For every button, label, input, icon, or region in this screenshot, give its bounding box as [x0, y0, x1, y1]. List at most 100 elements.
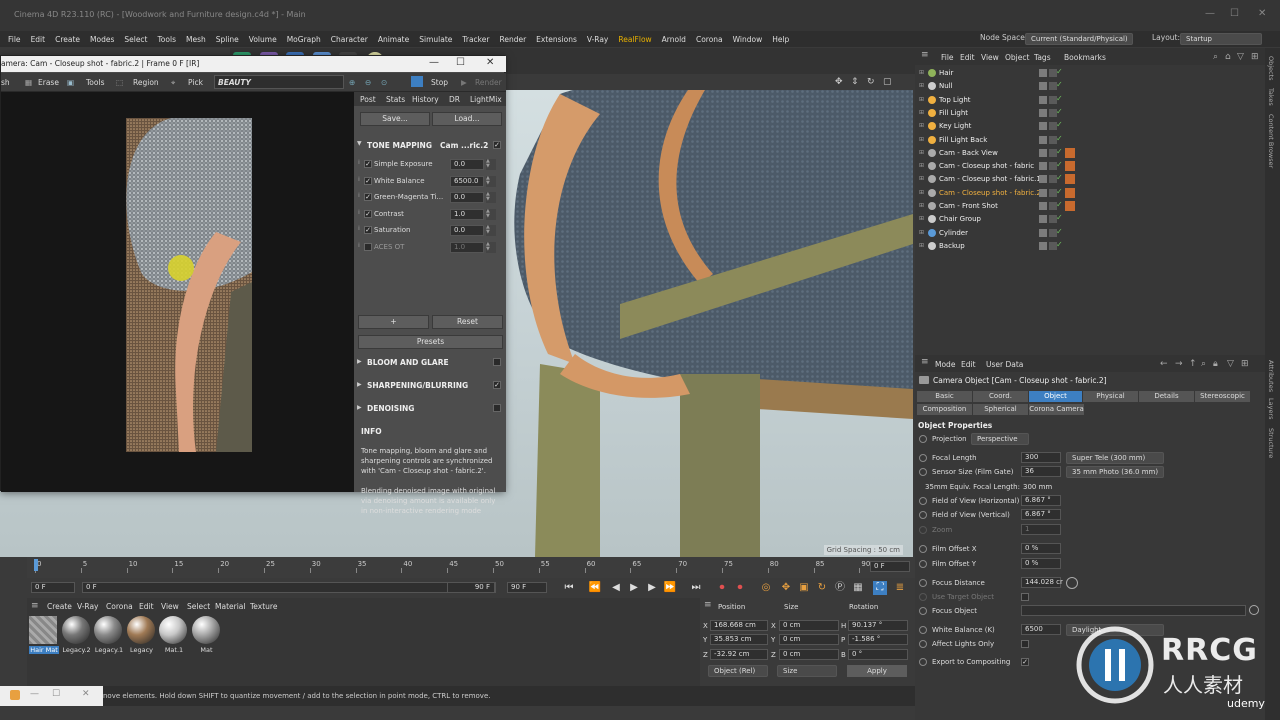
- export-checkbox[interactable]: [1021, 658, 1029, 666]
- new-window-icon[interactable]: ⊞: [1241, 359, 1249, 369]
- anim-dot[interactable]: [919, 658, 927, 666]
- stepper-icon[interactable]: ▲ ▼: [486, 208, 496, 220]
- size-x-input[interactable]: 0 cm: [779, 620, 839, 631]
- tone-param-value[interactable]: 1.0: [450, 242, 484, 253]
- object-row[interactable]: ⊞ Top Light ✓: [915, 94, 1265, 107]
- tools-icon[interactable]: ▣: [67, 78, 74, 87]
- tab-history[interactable]: History: [412, 95, 439, 104]
- menu-modes[interactable]: Modes: [90, 35, 114, 44]
- menu-tracker[interactable]: Tracker: [462, 35, 489, 44]
- tone-param-checkbox[interactable]: [364, 176, 372, 185]
- affect-lights-checkbox[interactable]: [1021, 640, 1029, 648]
- menu-character[interactable]: Character: [331, 35, 368, 44]
- home-icon[interactable]: ⌂: [1225, 52, 1231, 62]
- tree-expand-icon[interactable]: ⊞: [919, 175, 924, 182]
- rot-h-input[interactable]: 90.137 °: [848, 620, 908, 631]
- side-tab-attributes[interactable]: Attributes: [1267, 360, 1275, 392]
- ir-sh-label[interactable]: sh: [1, 78, 10, 87]
- menu-window[interactable]: Window: [733, 35, 763, 44]
- object-row[interactable]: ⊞ Cam - Closeup shot - fabric ✓: [915, 160, 1265, 173]
- play-icon[interactable]: ▶: [627, 581, 641, 595]
- next-frame-icon[interactable]: ▶: [645, 581, 659, 595]
- tone-param-value[interactable]: 0.0: [450, 192, 484, 204]
- coord-menu-icon[interactable]: ≡: [704, 600, 712, 610]
- anim-dot[interactable]: [919, 579, 927, 587]
- tab-post[interactable]: Post: [360, 95, 376, 104]
- min-frame-field[interactable]: 0 F: [82, 582, 496, 593]
- attr-tab-coord[interactable]: Coord.: [973, 391, 1028, 402]
- pick-object-icon[interactable]: [1249, 605, 1259, 615]
- film-y-input[interactable]: 0 %: [1021, 558, 1061, 569]
- erase-button[interactable]: Erase: [38, 78, 59, 87]
- anim-dot[interactable]: [919, 511, 927, 519]
- minimize-icon[interactable]: —: [1205, 8, 1215, 19]
- anim-dot[interactable]: [919, 607, 927, 615]
- attr-tab-physical[interactable]: Physical: [1083, 391, 1138, 402]
- object-row[interactable]: ⊞ Fill Light ✓: [915, 107, 1265, 120]
- layer-icon[interactable]: [1039, 228, 1047, 237]
- side-tab-takes[interactable]: Takes: [1267, 88, 1275, 106]
- enabled-check-icon[interactable]: ✓: [1056, 134, 1063, 143]
- object-row[interactable]: ⊞ Cam - Back View ✓: [915, 147, 1265, 160]
- sensor-input[interactable]: 36: [1021, 466, 1061, 477]
- tag-icon[interactable]: [1065, 201, 1075, 211]
- node-space-select[interactable]: Current (Standard/Physical): [1025, 33, 1133, 45]
- ir-maximize-icon[interactable]: ☐: [456, 57, 465, 68]
- pick-distance-icon[interactable]: [1066, 577, 1078, 589]
- menu-render[interactable]: Render: [499, 35, 526, 44]
- tree-expand-icon[interactable]: ⊞: [919, 109, 924, 116]
- tone-param-checkbox[interactable]: [364, 226, 372, 235]
- tools-button[interactable]: Tools: [86, 78, 104, 87]
- expand-icon[interactable]: ⊞: [1251, 52, 1259, 62]
- side-tab-content-browser[interactable]: Content Browser: [1267, 114, 1275, 168]
- material-swatch[interactable]: Legacy: [126, 616, 157, 656]
- key-param-icon[interactable]: Ⓟ: [833, 581, 847, 595]
- stop-button[interactable]: Stop: [431, 78, 448, 87]
- key-rot-icon[interactable]: ↻: [815, 581, 829, 595]
- attr-tab-basic[interactable]: Basic: [917, 391, 972, 402]
- keyframe-sel-icon[interactable]: ◎: [759, 581, 773, 595]
- menu-create[interactable]: Create: [55, 35, 80, 44]
- rotate-view-icon[interactable]: ↻: [867, 77, 875, 87]
- tree-expand-icon[interactable]: ⊞: [919, 215, 924, 222]
- pos-y-input[interactable]: 35.853 cm: [710, 634, 768, 645]
- add-operator-button[interactable]: +: [358, 315, 429, 329]
- app-icon[interactable]: [10, 690, 20, 700]
- enabled-check-icon[interactable]: ✓: [1056, 240, 1063, 249]
- next-key-icon[interactable]: ⏩: [663, 581, 677, 595]
- drag-handle-icon[interactable]: ⁞: [358, 159, 360, 166]
- tag-icon[interactable]: [1065, 187, 1075, 198]
- stepper-icon[interactable]: ▲ ▼: [486, 159, 496, 170]
- tab-stats[interactable]: Stats: [386, 95, 405, 104]
- tree-expand-icon[interactable]: ⊞: [919, 202, 924, 209]
- up-icon[interactable]: ↑: [1189, 359, 1197, 369]
- pick-icon[interactable]: ⌖: [171, 78, 175, 88]
- zoom-view-icon[interactable]: ⇕: [851, 77, 859, 87]
- focal-length-preset[interactable]: Super Tele (300 mm): [1066, 452, 1164, 464]
- tree-expand-icon[interactable]: ⊞: [919, 96, 924, 103]
- size-y-input[interactable]: 0 cm: [779, 634, 839, 645]
- drag-handle-icon[interactable]: ⁞: [358, 209, 360, 216]
- current-frame-field[interactable]: 0 F: [31, 582, 75, 593]
- lock-icon[interactable]: 🔒︎: [1213, 359, 1218, 369]
- fov-h-input[interactable]: 6.867 °: [1021, 495, 1061, 506]
- maximize-icon[interactable]: ☐: [1230, 8, 1239, 19]
- obj-menu-view[interactable]: View: [981, 53, 999, 62]
- filter-icon[interactable]: ▽: [1237, 52, 1244, 62]
- fov-v-input[interactable]: 6.867 °: [1021, 509, 1061, 520]
- layer-icon[interactable]: [1039, 135, 1047, 144]
- menu-animate[interactable]: Animate: [378, 35, 409, 44]
- stepper-icon[interactable]: ▲ ▼: [486, 225, 496, 237]
- projection-select[interactable]: Perspective: [971, 433, 1029, 445]
- enabled-check-icon[interactable]: ✓: [1056, 173, 1063, 182]
- layer-icon[interactable]: [1039, 148, 1047, 157]
- zoom-out-icon[interactable]: ⊖: [365, 78, 371, 87]
- attr-menu-edit[interactable]: Edit: [961, 360, 976, 369]
- material-swatch[interactable]: Mat: [191, 616, 222, 656]
- ir-minimize-icon[interactable]: —: [429, 57, 439, 68]
- menu-spline[interactable]: Spline: [216, 35, 239, 44]
- sensor-preset[interactable]: 35 mm Photo (36.0 mm): [1066, 466, 1164, 478]
- anim-dot[interactable]: [919, 497, 927, 505]
- tree-expand-icon[interactable]: ⊞: [919, 136, 924, 143]
- render-icon[interactable]: ▶: [461, 78, 467, 87]
